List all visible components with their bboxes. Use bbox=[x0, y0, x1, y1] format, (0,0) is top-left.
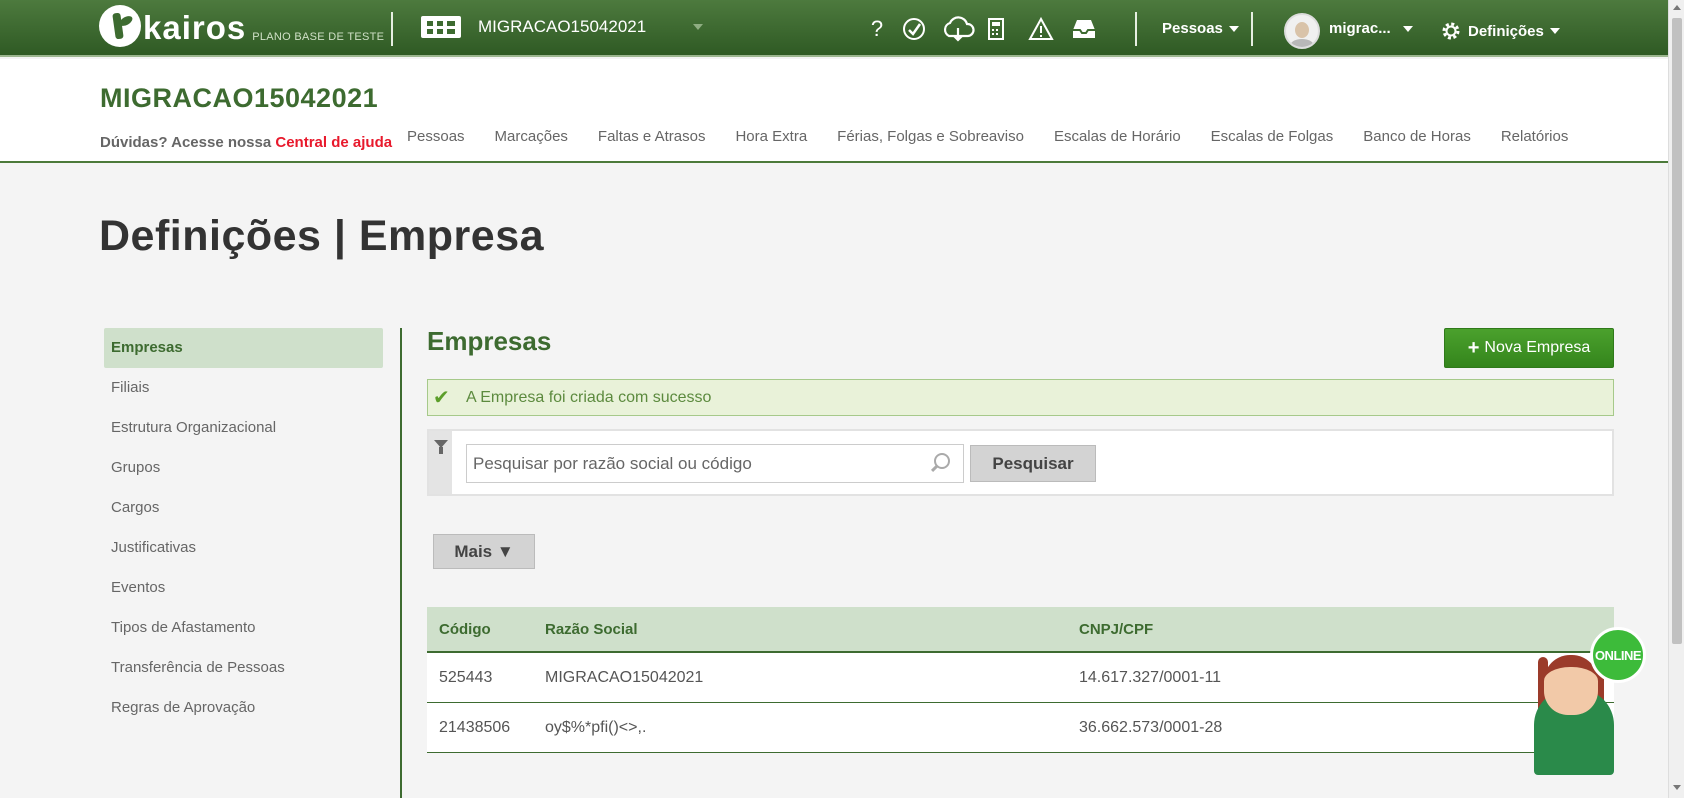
warning-icon[interactable] bbox=[1026, 16, 1056, 48]
company-grid-icon bbox=[421, 16, 461, 38]
nav-item-banco-horas[interactable]: Banco de Horas bbox=[1363, 128, 1471, 145]
help-text: Dúvidas? Acesse nossa Central de ajuda bbox=[100, 134, 392, 151]
nav-item-hora-extra[interactable]: Hora Extra bbox=[735, 128, 807, 145]
sidebar-item-regras-aprovacao[interactable]: Regras de Aprovação bbox=[104, 688, 383, 728]
nav-item-escalas-folgas[interactable]: Escalas de Folgas bbox=[1211, 128, 1334, 145]
divider bbox=[1251, 12, 1253, 46]
sidebar-item-cargos[interactable]: Cargos bbox=[104, 488, 383, 528]
search-button[interactable]: Pesquisar bbox=[970, 445, 1096, 482]
settings-menu-label: Definições bbox=[1468, 22, 1544, 40]
cell-razao-social: oy$%*pfi()<>,. bbox=[545, 718, 647, 736]
chevron-down-icon bbox=[1228, 25, 1239, 32]
scroll-thumb[interactable] bbox=[1672, 18, 1682, 644]
scrollbar[interactable] bbox=[1668, 0, 1684, 798]
kairos-logo[interactable]: kairos PLANO BASE DE TESTE bbox=[99, 5, 384, 47]
header-codigo[interactable]: Código bbox=[427, 621, 545, 638]
sidebar-item-tipos-afastamento[interactable]: Tipos de Afastamento bbox=[104, 608, 383, 648]
online-badge: ONLINE bbox=[1590, 627, 1646, 683]
project-title: MIGRACAO15042021 bbox=[100, 83, 379, 113]
people-menu[interactable]: Pessoas bbox=[1162, 20, 1239, 37]
top-bar: kairos PLANO BASE DE TESTE MIGRACAO15042… bbox=[0, 0, 1668, 57]
sidebar-item-filiais[interactable]: Filiais bbox=[104, 368, 383, 408]
sidebar-item-justificativas[interactable]: Justificativas bbox=[104, 528, 383, 568]
logo-text: kairos bbox=[143, 9, 247, 46]
sidebar-item-grupos[interactable]: Grupos bbox=[104, 448, 383, 488]
scroll-up-icon[interactable] bbox=[1673, 5, 1681, 10]
sidebar-item-estrutura-organizacional[interactable]: Estrutura Organizacional bbox=[104, 408, 383, 448]
search-icon[interactable] bbox=[934, 453, 950, 469]
settings-menu[interactable]: Definições bbox=[1440, 20, 1560, 42]
help-icon[interactable]: ? bbox=[862, 16, 892, 42]
header-razao-social[interactable]: Razão Social bbox=[545, 621, 1079, 638]
cell-razao-social: MIGRACAO15042021 bbox=[545, 668, 704, 686]
help-prefix: Dúvidas? Acesse nossa bbox=[100, 134, 272, 151]
search-panel: Pesquisar bbox=[427, 429, 1614, 496]
filter-toggle[interactable] bbox=[429, 431, 452, 494]
table-row[interactable]: 525443 MIGRACAO15042021 14.617.327/0001-… bbox=[427, 653, 1614, 703]
calculator-icon[interactable] bbox=[981, 16, 1011, 48]
nav-item-escalas-horario[interactable]: Escalas de Horário bbox=[1054, 128, 1181, 145]
chevron-down-icon bbox=[1402, 25, 1413, 32]
sidebar-item-empresas[interactable]: Empresas bbox=[104, 328, 383, 368]
avatar[interactable] bbox=[1284, 13, 1320, 49]
nav-item-ferias[interactable]: Férias, Folgas e Sobreaviso bbox=[837, 128, 1024, 145]
chevron-down-icon bbox=[1549, 28, 1560, 34]
page-title: Definições | Empresa bbox=[99, 212, 545, 260]
gear-icon bbox=[1442, 22, 1460, 40]
online-chat-widget[interactable]: ONLINE bbox=[1528, 627, 1646, 775]
sidebar-item-eventos[interactable]: Eventos bbox=[104, 568, 383, 608]
nav-item-pessoas[interactable]: Pessoas bbox=[407, 128, 465, 145]
sidebar-item-transferencia-pessoas[interactable]: Transferência de Pessoas bbox=[104, 648, 383, 688]
plan-label: PLANO BASE DE TESTE bbox=[252, 31, 385, 43]
table-header: Código Razão Social CNPJ/CPF bbox=[427, 607, 1614, 653]
help-center-link[interactable]: Central de ajuda bbox=[275, 134, 392, 151]
filter-icon bbox=[434, 440, 448, 454]
user-name: migrac... bbox=[1329, 20, 1391, 37]
user-menu[interactable]: migrac... bbox=[1329, 20, 1413, 37]
section-title: Empresas bbox=[427, 326, 552, 356]
agent-avatar-icon bbox=[1544, 655, 1598, 715]
search-input[interactable] bbox=[466, 444, 964, 483]
sidebar: Empresas Filiais Estrutura Organizaciona… bbox=[104, 328, 383, 728]
more-button[interactable]: Mais ▼ bbox=[433, 534, 535, 569]
scroll-down-icon[interactable] bbox=[1673, 785, 1681, 790]
divider bbox=[1135, 12, 1137, 46]
main-nav: Pessoas Marcações Faltas e Atrasos Hora … bbox=[407, 128, 1598, 145]
plus-icon: + bbox=[1467, 336, 1480, 359]
people-menu-label: Pessoas bbox=[1162, 20, 1223, 37]
clock-check-icon[interactable] bbox=[899, 16, 929, 48]
table-row[interactable]: 21438506 oy$%*pfi()<>,. 36.662.573/0001-… bbox=[427, 703, 1614, 753]
nav-item-relatorios[interactable]: Relatórios bbox=[1501, 128, 1569, 145]
chevron-down-icon[interactable] bbox=[693, 24, 703, 30]
logo-icon bbox=[99, 5, 141, 47]
check-icon: ✔ bbox=[433, 387, 450, 409]
company-selector[interactable]: MIGRACAO15042021 bbox=[421, 16, 646, 38]
nav-item-marcacoes[interactable]: Marcações bbox=[495, 128, 568, 145]
cloud-sync-icon[interactable] bbox=[941, 16, 975, 48]
sub-header: MIGRACAO15042021 Dúvidas? Acesse nossa C… bbox=[0, 59, 1668, 163]
divider bbox=[391, 12, 393, 46]
cell-codigo: 525443 bbox=[439, 668, 493, 686]
success-alert: ✔ A Empresa foi criada com sucesso bbox=[427, 379, 1614, 416]
companies-table: Código Razão Social CNPJ/CPF 525443 MIGR… bbox=[427, 607, 1614, 753]
inbox-icon[interactable] bbox=[1069, 16, 1099, 48]
sidebar-divider bbox=[400, 328, 402, 798]
cell-codigo: 21438506 bbox=[439, 718, 511, 736]
new-company-label: Nova Empresa bbox=[1484, 339, 1591, 356]
nav-item-faltas-atrasos[interactable]: Faltas e Atrasos bbox=[598, 128, 706, 145]
alert-message: A Empresa foi criada com sucesso bbox=[466, 388, 712, 406]
new-company-button[interactable]: + Nova Empresa bbox=[1444, 328, 1614, 368]
company-name: MIGRACAO15042021 bbox=[478, 17, 647, 36]
